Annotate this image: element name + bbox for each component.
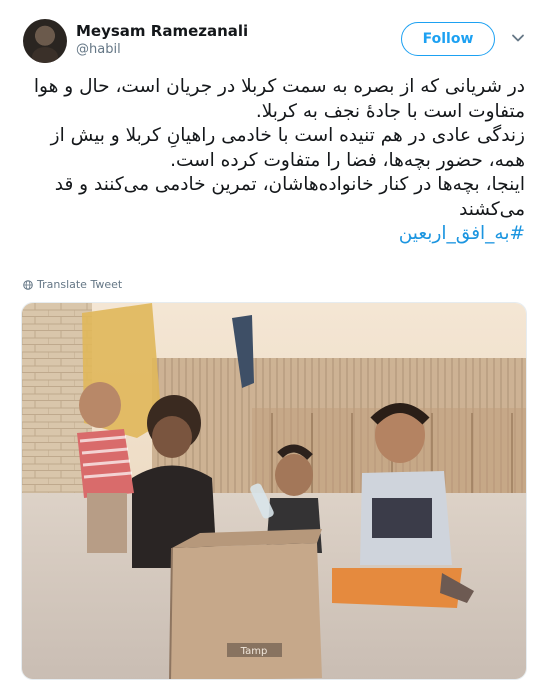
photo-scene: Tamp	[22, 303, 526, 679]
tweet-line: اینجا، بچه‌ها در کنار خانواده‌هاشان، تمر…	[54, 174, 525, 220]
hashtag-link[interactable]: #به_افق_اربعین	[399, 223, 525, 244]
translate-label: Translate Tweet	[37, 278, 123, 291]
tweet-header: Meysam Ramezanali @habil Follow	[0, 0, 544, 70]
cardboard-box: Tamp	[169, 529, 322, 679]
globe-icon	[23, 279, 33, 290]
tweet-photo[interactable]: Tamp	[21, 302, 527, 680]
author-handle[interactable]: @habil	[76, 42, 121, 57]
translate-tweet-link[interactable]: Translate Tweet	[23, 278, 122, 291]
tweet-line: در شریانی که از بصره به سمت کربلا در جری…	[33, 76, 525, 122]
chevron-down-icon[interactable]	[510, 30, 526, 46]
follow-button[interactable]: Follow	[401, 22, 495, 56]
author-name[interactable]: Meysam Ramezanali	[76, 22, 248, 40]
avatar[interactable]	[23, 19, 67, 63]
tweet-text: در شریانی که از بصره به سمت کربلا در جری…	[20, 75, 525, 247]
tweet-line: زندگی عادی در هم تنیده است با خادمی راهی…	[50, 125, 525, 171]
box-label: Tamp	[240, 646, 268, 657]
